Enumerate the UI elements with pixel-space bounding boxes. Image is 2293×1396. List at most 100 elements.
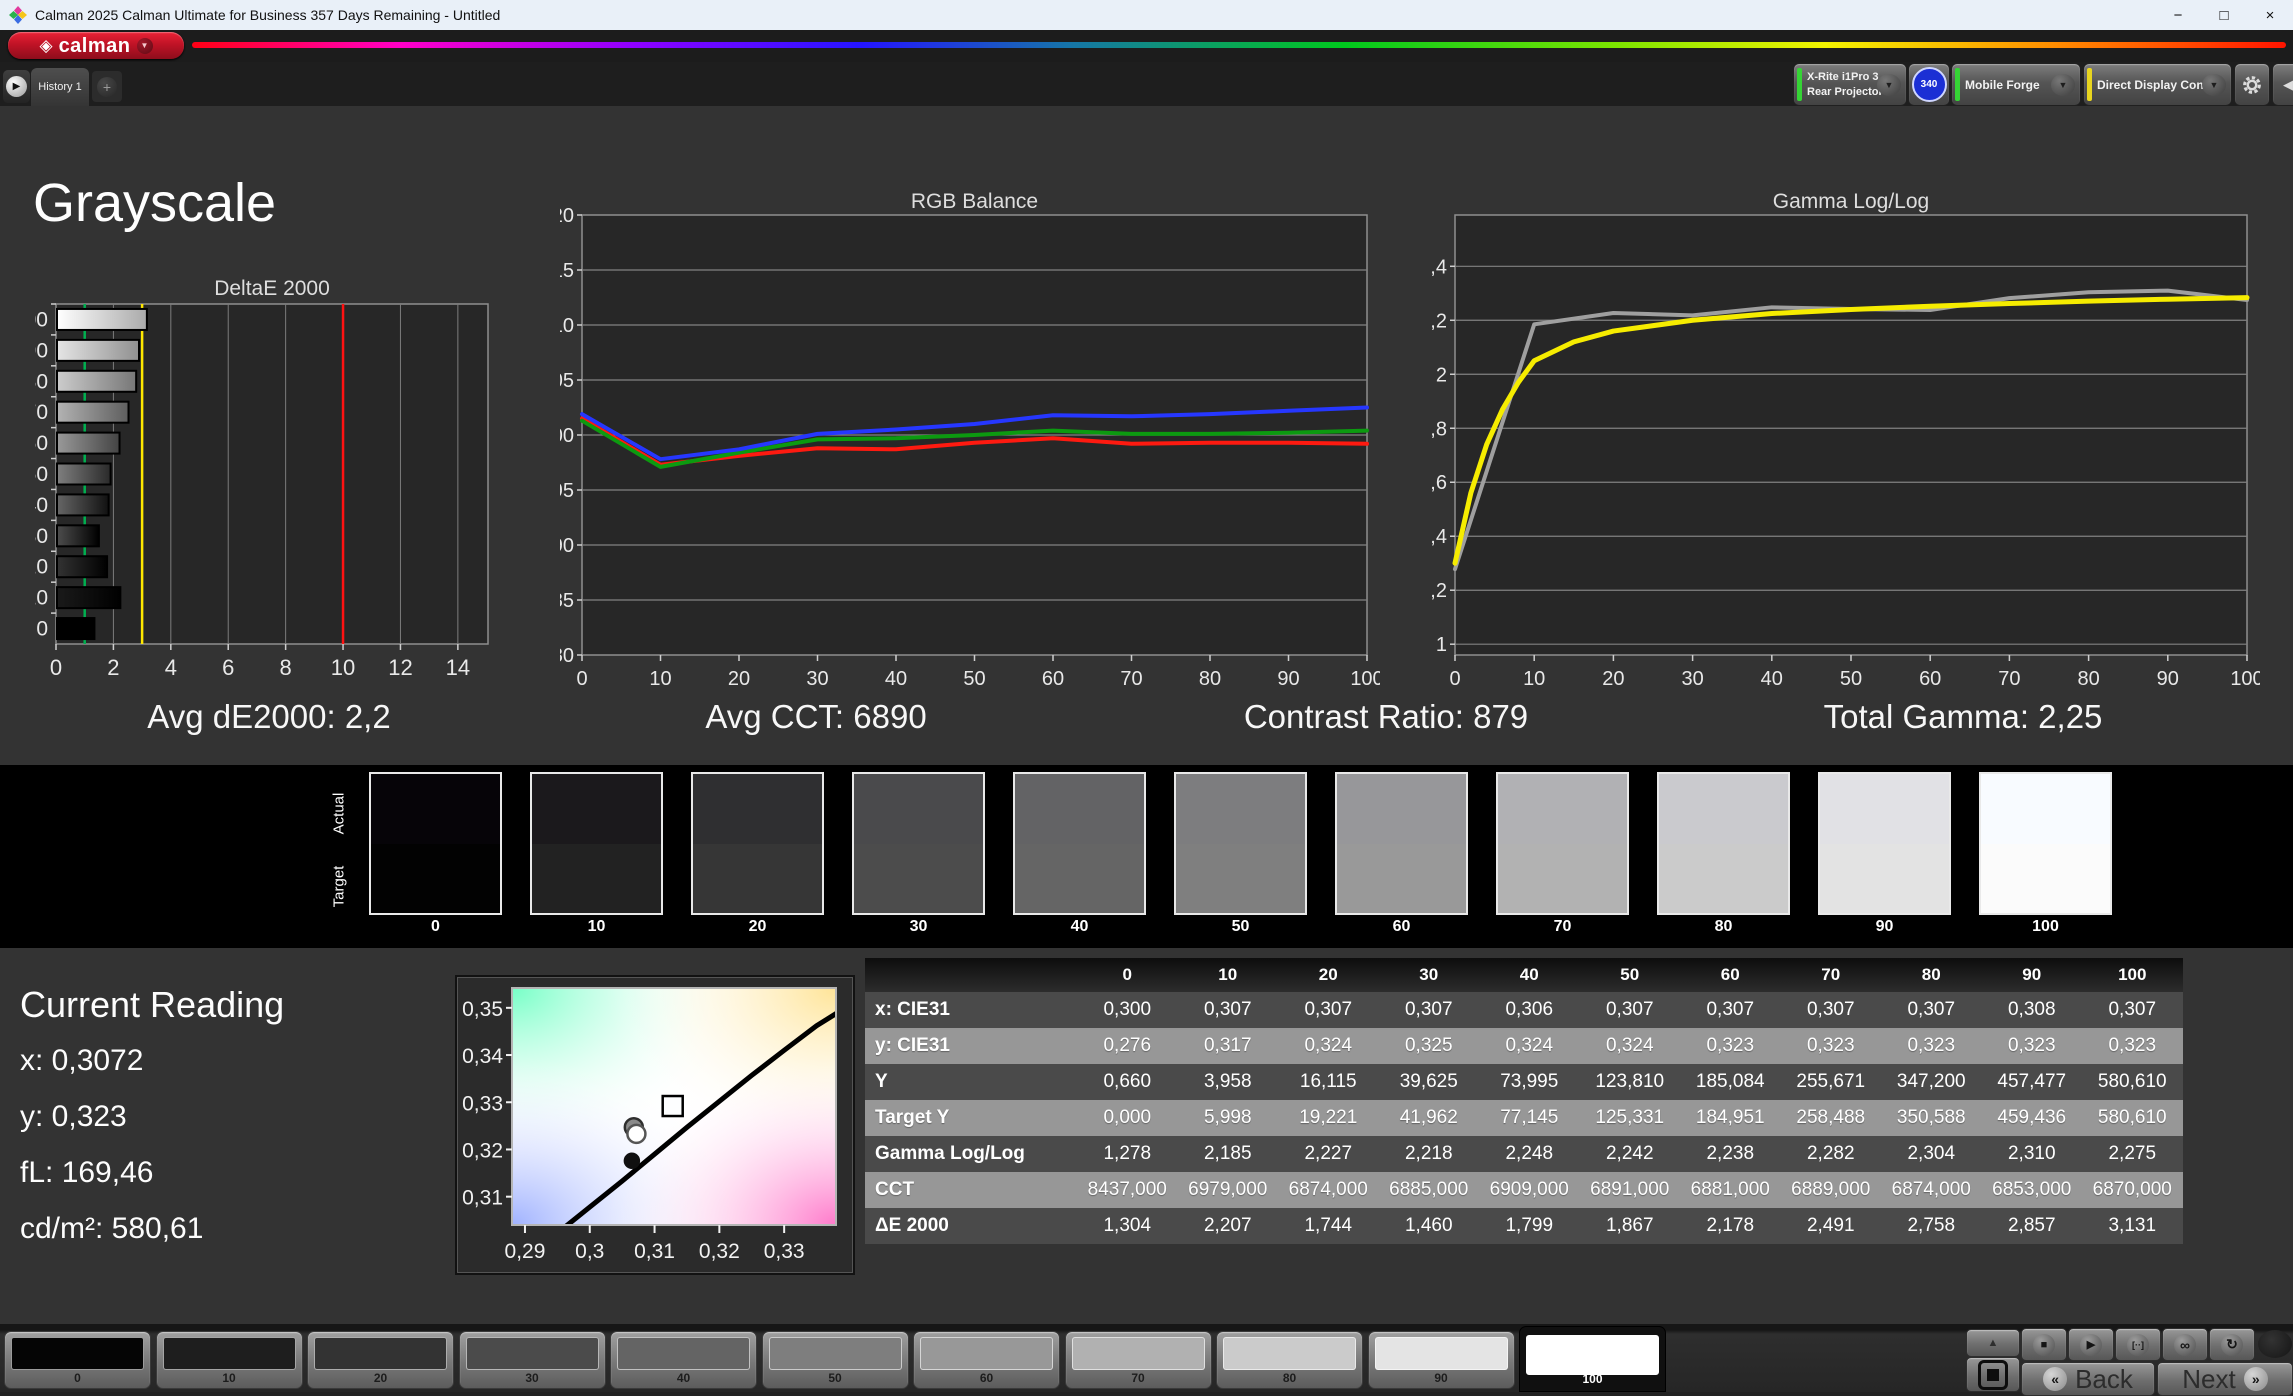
swatch-level-label: 80	[1714, 918, 1733, 935]
table-cell: 6891,000	[1579, 1172, 1680, 1208]
patch-button-60[interactable]: 60	[913, 1331, 1060, 1389]
measurement-table: 0 10 20 30 40 50 60 70 80 90 100 x: CIE31 0,300 0,307…	[865, 958, 2183, 1244]
svg-text:85: 85	[560, 590, 574, 612]
patch-button-20[interactable]: 20	[307, 1331, 454, 1389]
infinity-icon: ∞	[2174, 1333, 2196, 1356]
svg-text:2: 2	[107, 655, 119, 680]
svg-text:1: 1	[1436, 634, 1447, 656]
chevron-left-icon: ◀	[2283, 76, 2293, 92]
table-row-label: CCT	[865, 1172, 1077, 1208]
actual-patch	[1659, 774, 1788, 844]
play-button[interactable]: ▶	[2068, 1328, 2114, 1361]
patch-button-40[interactable]: 40	[610, 1331, 757, 1389]
svg-text:20: 20	[728, 668, 750, 690]
table-cell: 1,460	[1378, 1208, 1479, 1244]
next-button[interactable]: Next »	[2157, 1362, 2293, 1396]
current-reading-title: Current Reading	[20, 984, 285, 1025]
read-series-button[interactable]: [··]	[2115, 1328, 2161, 1361]
patch-button-50[interactable]: 50	[761, 1331, 909, 1389]
table-cell: 580,610	[2082, 1100, 2183, 1136]
white-point-target-marker	[661, 1094, 684, 1118]
table-cell: 2,238	[1680, 1136, 1781, 1172]
table-cell: 19,221	[1278, 1100, 1379, 1136]
svg-text:0: 0	[576, 668, 587, 690]
patch-label: 10	[222, 1371, 236, 1385]
swatch-level-label: 50	[1231, 918, 1250, 935]
table-row: y: CIE31 0,276 0,317 0,324 0,325 0,324 0,324 0,…	[865, 1028, 2183, 1064]
calman-menu-button[interactable]: ◈ calman ▼	[8, 32, 184, 59]
back-label: Back	[2075, 1363, 2133, 1394]
add-tab-button[interactable]: +	[92, 71, 122, 102]
svg-text:DeltaE 2000: DeltaE 2000	[214, 278, 330, 300]
table-cell: 0,317	[1177, 1028, 1278, 1064]
patch-button-10[interactable]: 10	[155, 1331, 303, 1389]
reading-cd: cd/m²: 580,61	[20, 1212, 204, 1245]
svg-text:14: 14	[446, 655, 470, 680]
svg-text:120: 120	[560, 205, 574, 227]
patch-button-30[interactable]: 30	[458, 1331, 606, 1389]
table-cell: 0,300	[1077, 992, 1178, 1028]
svg-text:70: 70	[35, 401, 48, 424]
swatch-level-label: 90	[1875, 918, 1894, 935]
meter-dropdown[interactable]: X-Rite i1Pro 3 Rear Projector ▼	[1793, 63, 1907, 106]
patch-button-70[interactable]: 70	[1064, 1331, 1212, 1389]
table-cell: 0,308	[1981, 992, 2082, 1028]
patch-button-100[interactable]: 100	[1519, 1326, 1666, 1392]
patch-swatch	[1526, 1335, 1659, 1375]
table-cell: 16,115	[1278, 1064, 1379, 1100]
patch-swatch	[768, 1337, 902, 1370]
source-dropdown[interactable]: Mobile Forge ▼	[1951, 63, 2081, 106]
calman-logo-text: calman	[58, 34, 131, 57]
target-patch	[854, 843, 983, 913]
svg-text:100: 100	[2230, 668, 2260, 690]
table-cell: 580,610	[2082, 1064, 2183, 1100]
chevron-down-icon: ▼	[1877, 73, 1901, 96]
collapse-panel-button[interactable]: ◀	[2272, 63, 2293, 106]
table-cell: 0,276	[1077, 1028, 1178, 1064]
settings-gear-button[interactable]	[2234, 63, 2270, 106]
avg-de2000-stat: Avg dE2000: 2,2	[147, 698, 391, 735]
patch-button-90[interactable]: 90	[1367, 1331, 1515, 1389]
grayscale-swatch-40	[1013, 772, 1146, 915]
maximize-button[interactable]: □	[2201, 0, 2247, 30]
title-bar: Calman 2025 Calman Ultimate for Business…	[0, 0, 2293, 30]
workflow-nav-button[interactable]: ▶	[3, 70, 30, 103]
back-button[interactable]: « Back	[2021, 1362, 2155, 1396]
grayscale-swatch-100	[1979, 772, 2112, 915]
patch-button-80[interactable]: 80	[1216, 1331, 1363, 1389]
svg-text:20: 20	[35, 556, 48, 579]
svg-text:Gamma Log/Log: Gamma Log/Log	[1773, 192, 1929, 213]
table-cell: 125,331	[1579, 1100, 1680, 1136]
close-button[interactable]: ×	[2247, 0, 2293, 30]
svg-text:50: 50	[35, 463, 48, 486]
read-continuous-button[interactable]: ∞	[2162, 1328, 2208, 1361]
svg-text:RGB Balance: RGB Balance	[911, 192, 1038, 213]
table-cell: 0,324	[1579, 1028, 1680, 1064]
table-cell: 6885,000	[1378, 1172, 1479, 1208]
pattern-up-button[interactable]: ▲	[1966, 1329, 2020, 1357]
table-cell: 8437,000	[1077, 1172, 1178, 1208]
stop-button[interactable]: ■	[2021, 1328, 2067, 1361]
status-led	[2258, 1330, 2292, 1358]
svg-text:8: 8	[280, 655, 292, 680]
table-cell: 0,324	[1278, 1028, 1379, 1064]
table-cell: 0,307	[1378, 992, 1479, 1028]
svg-text:90: 90	[560, 535, 574, 557]
svg-text:0,33: 0,33	[764, 1240, 805, 1263]
table-cell: 2,185	[1177, 1136, 1278, 1172]
display-control-dropdown[interactable]: Direct Display Control ▼	[2083, 63, 2232, 106]
patch-button-0[interactable]: 0	[4, 1331, 151, 1389]
table-row-label: Target Y	[865, 1100, 1077, 1136]
svg-text:1,6: 1,6	[1432, 472, 1447, 494]
refresh-button[interactable]: ↻	[2209, 1328, 2255, 1361]
meter-profile-badge-button[interactable]: 340	[1908, 63, 1950, 106]
swatch-level-label: 20	[748, 918, 767, 935]
minimize-button[interactable]: −	[2155, 0, 2201, 30]
calman-diamond-icon: ◈	[39, 36, 53, 55]
actual-patch	[693, 774, 822, 844]
pattern-window-button[interactable]	[1966, 1357, 2020, 1392]
tab-history-1[interactable]: History 1	[31, 68, 89, 106]
swatch-level-label: 100	[2032, 918, 2059, 935]
cie-chromaticity-chart: 0,35 0,34 0,33 0,32 0,31 0,29 0,3 0,31 0,32 0,33	[455, 975, 855, 1275]
patch-label: 100	[1582, 1372, 1603, 1386]
